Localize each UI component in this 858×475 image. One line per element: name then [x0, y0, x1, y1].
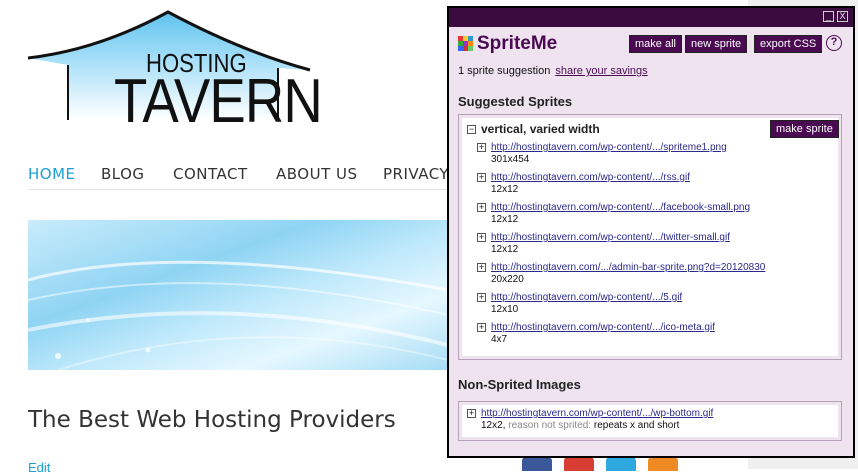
close-icon[interactable]: X	[837, 11, 848, 22]
nav-item-privacy[interactable]: PRIVACY	[383, 165, 449, 183]
non-sprited-heading: Non-Sprited Images	[458, 377, 581, 392]
expand-icon[interactable]: +	[477, 322, 486, 332]
help-icon[interactable]: ?	[826, 35, 842, 51]
list-item: + http://hostingtavern.com/wp-content/...…	[477, 292, 682, 315]
minimize-icon[interactable]: _	[823, 11, 834, 22]
expand-icon[interactable]: +	[477, 232, 486, 242]
share-savings-link[interactable]: share your savings	[555, 65, 647, 77]
image-url-link[interactable]: http://hostingtavern.com/wp-content/.../…	[491, 322, 715, 333]
expand-icon[interactable]: +	[477, 142, 486, 152]
reason-label: reason not sprited:	[508, 420, 592, 431]
sprite-group-label: vertical, varied width	[481, 122, 600, 136]
image-dimensions: 12x12	[491, 214, 519, 225]
nav-item-about-us[interactable]: ABOUT US	[276, 165, 358, 183]
make-all-button[interactable]: make all	[629, 35, 682, 53]
expand-icon[interactable]: +	[477, 292, 486, 302]
site-logo[interactable]: HOSTING TAVERN	[27, 10, 323, 136]
image-url-link[interactable]: http://hostingtavern.com/.../admin-bar-s…	[491, 262, 765, 273]
expand-icon[interactable]: +	[477, 202, 486, 212]
make-sprite-button[interactable]: make sprite	[770, 120, 839, 138]
expand-icon[interactable]: +	[477, 172, 486, 182]
suggested-sprites-box: − vertical, varied width make sprite + htt…	[458, 114, 842, 360]
image-dimensions: 12x10	[491, 304, 519, 315]
spriteme-logo-icon	[458, 36, 473, 51]
new-sprite-button[interactable]: new sprite	[685, 35, 748, 53]
main-nav: HOME BLOG CONTACT ABOUT US PRIVACY	[28, 158, 449, 190]
image-url-link[interactable]: http://hostingtavern.com/wp-content/.../…	[491, 292, 682, 303]
list-item: + http://hostingtavern.com/.../admin-bar-…	[477, 262, 765, 285]
expand-icon[interactable]: +	[477, 262, 486, 272]
nav-item-contact[interactable]: CONTACT	[173, 165, 248, 183]
non-sprited-details: 12x2, reason not sprited: repeats x and …	[481, 420, 713, 431]
sprite-group-header[interactable]: − vertical, varied width	[467, 122, 600, 136]
suggested-sprites-heading: Suggested Sprites	[458, 94, 573, 109]
list-item: + http://hostingtavern.com/wp-content/...…	[467, 408, 713, 431]
collapse-icon[interactable]: −	[467, 125, 476, 135]
list-item: + http://hostingtavern.com/wp-content/...…	[477, 172, 690, 195]
summary-text: 1 sprite suggestion	[458, 65, 551, 77]
image-dimensions: 4x7	[491, 334, 508, 345]
list-item: + http://hostingtavern.com/wp-content/...…	[477, 202, 750, 225]
page-title: The Best Web Hosting Providers	[28, 407, 396, 433]
summary-line: 1 sprite suggestion share your savings	[458, 65, 648, 77]
list-item: + http://hostingtavern.com/wp-content/...…	[477, 142, 727, 165]
reason-text: repeats x and short	[593, 420, 680, 431]
non-sprited-box: + http://hostingtavern.com/wp-content/...…	[458, 401, 842, 441]
image-url-link[interactable]: http://hostingtavern.com/wp-content/.../…	[491, 172, 690, 183]
image-dimensions: 20x220	[491, 274, 524, 285]
list-item: + http://hostingtavern.com/wp-content/...…	[477, 322, 715, 345]
image-url-link[interactable]: http://hostingtavern.com/wp-content/.../…	[481, 408, 713, 419]
image-dimensions: 301x454	[491, 154, 530, 165]
edit-link[interactable]: Edit	[28, 460, 50, 475]
export-css-button[interactable]: export CSS	[754, 35, 823, 53]
panel-titlebar[interactable]: _ X	[449, 8, 853, 27]
nav-item-blog[interactable]: BLOG	[101, 165, 145, 183]
image-dimensions: 12x12	[491, 184, 519, 195]
hero-swoosh-graphic	[28, 260, 448, 370]
spriteme-title: SpriteMe	[477, 33, 558, 54]
logo-text-tavern: TAVERN	[114, 67, 323, 136]
hero-banner	[28, 220, 448, 370]
expand-icon[interactable]: +	[467, 408, 476, 418]
list-item: + http://hostingtavern.com/wp-content/...…	[477, 232, 730, 255]
image-dimensions: 12x12	[491, 244, 519, 255]
image-url-link[interactable]: http://hostingtavern.com/wp-content/.../…	[491, 202, 750, 213]
image-dimensions: 12x2,	[481, 420, 506, 431]
nav-item-home[interactable]: HOME	[28, 165, 76, 183]
image-url-link[interactable]: http://hostingtavern.com/wp-content/.../…	[491, 142, 727, 153]
image-url-link[interactable]: http://hostingtavern.com/wp-content/.../…	[491, 232, 730, 243]
spriteme-panel: _ X SpriteMe make all new sprite export …	[447, 6, 855, 458]
